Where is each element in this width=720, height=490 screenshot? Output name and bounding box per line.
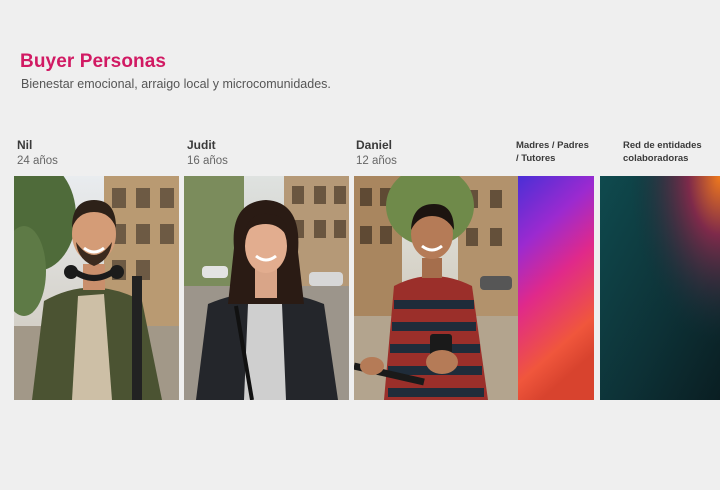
group-name-line2: colaboradoras <box>623 152 689 164</box>
persona-age: 12 años <box>356 155 397 167</box>
group-header-parents: Madres / Padres / Tutores <box>516 140 589 165</box>
group-image-entities[interactable] <box>600 176 720 400</box>
persona-photo-judit[interactable] <box>184 176 349 400</box>
group-name-line1: Madres / Padres <box>516 140 589 151</box>
page-title: Buyer Personas <box>20 51 167 72</box>
persona-photo-daniel[interactable] <box>354 176 518 400</box>
group-name-line2: / Tutores <box>516 152 556 164</box>
persona-header-judit: Judit 16 años <box>187 138 228 167</box>
persona-header-nil: Nil 24 años <box>17 138 58 167</box>
persona-header-daniel: Daniel 12 años <box>356 138 397 167</box>
page-subtitle: Bienestar emocional, arraigo local y mic… <box>21 77 331 91</box>
persona-photo-nil[interactable] <box>14 176 179 400</box>
persona-name: Daniel <box>356 138 393 152</box>
group-header-entities: Red de entidades colaboradoras <box>623 140 702 165</box>
persona-name: Nil <box>17 138 33 152</box>
group-image-parents[interactable] <box>518 176 594 400</box>
persona-age: 16 años <box>187 155 228 167</box>
persona-name: Judit <box>187 138 216 152</box>
persona-age: 24 años <box>17 155 58 167</box>
group-name-line1: Red de entidades <box>623 140 702 151</box>
